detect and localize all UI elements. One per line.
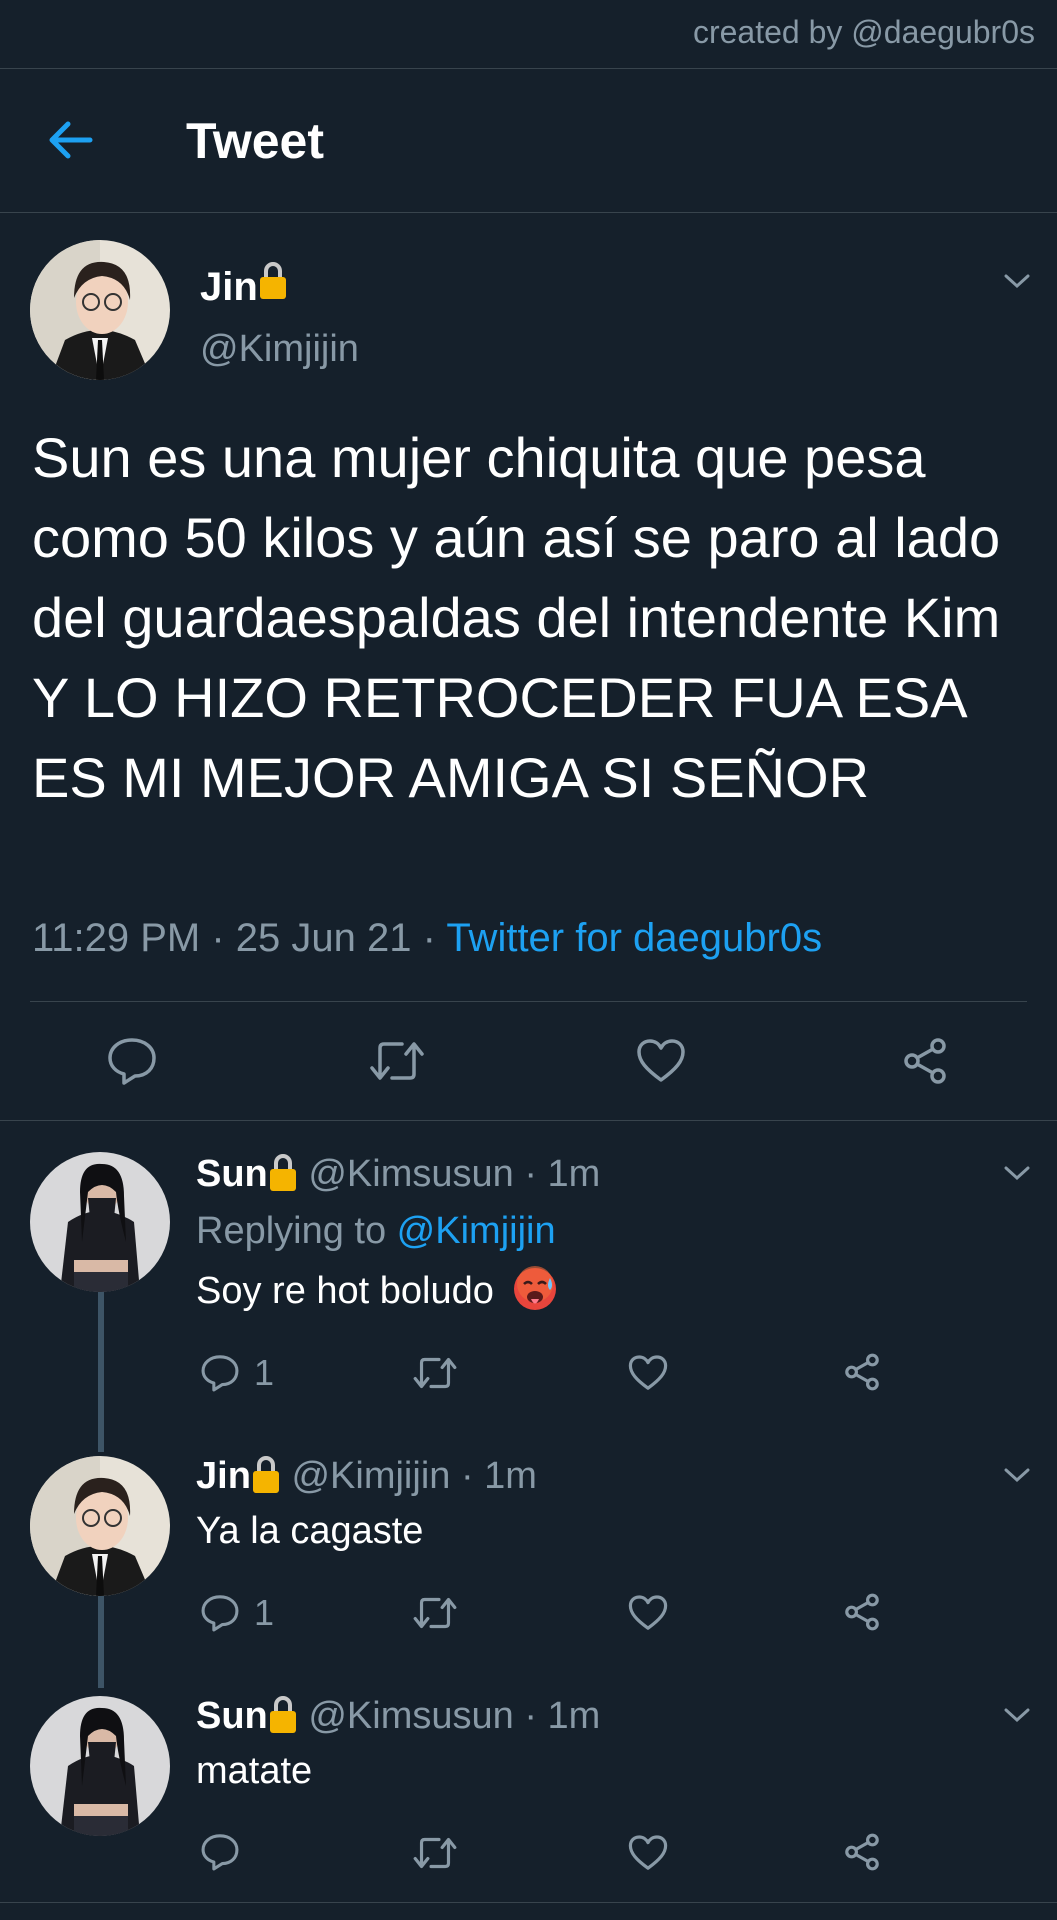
reply-count: 1	[254, 1592, 275, 1633]
reply-text: Soy re hot boludo	[196, 1266, 558, 1316]
heart-icon	[637, 1039, 685, 1082]
reply-text: Ya la cagaste	[196, 1510, 424, 1552]
tweet-text: Sun es una mujer chiquita que pesa como …	[32, 426, 1001, 809]
retweet-button[interactable]	[412, 1834, 458, 1872]
heart-icon	[628, 1835, 668, 1870]
reply-icon	[201, 1355, 239, 1392]
share-button[interactable]	[842, 1352, 882, 1392]
like-button[interactable]	[628, 1594, 668, 1632]
tweet-actions	[0, 1024, 1057, 1094]
share-icon	[845, 1593, 879, 1631]
reply-count: 1	[254, 1352, 275, 1393]
tweet-menu-button[interactable]	[1000, 270, 1034, 292]
retweet-icon	[413, 1357, 457, 1389]
share-button[interactable]	[842, 1832, 882, 1872]
author-handle[interactable]: @Kimjijin	[200, 328, 359, 371]
reply-header: Jin @Kimjijin · 1m	[196, 1452, 537, 1498]
replying-to: Replying to @Kimjijin	[196, 1210, 556, 1253]
chevron-down-icon	[1004, 1708, 1030, 1723]
like-button[interactable]	[636, 1038, 686, 1084]
tweet-meta: 11:29 PM · 25 Jun 21 · Twitter for daegu…	[32, 916, 822, 961]
tweet-menu-button[interactable]	[1000, 1464, 1034, 1486]
reply-button[interactable]: 1	[200, 1352, 274, 1394]
reply-icon	[201, 1834, 239, 1871]
chevron-down-icon	[1004, 1468, 1030, 1483]
page-title: Tweet	[186, 113, 324, 169]
chevron-down-icon	[1004, 274, 1030, 289]
thread-connector	[98, 1290, 104, 1452]
arrow-left-icon	[49, 121, 93, 159]
lock-icon	[251, 1452, 281, 1498]
author-name[interactable]: Jin	[196, 1455, 251, 1497]
retweet-button[interactable]	[412, 1354, 458, 1392]
share-icon	[845, 1353, 879, 1391]
reply-text: matate	[196, 1750, 313, 1792]
divider	[30, 1001, 1027, 1002]
reply-icon	[201, 1595, 239, 1632]
replying-to-label: Replying to	[196, 1210, 397, 1252]
share-icon	[845, 1833, 879, 1871]
author-handle-time[interactable]: @Kimsusun · 1m	[308, 1695, 600, 1737]
heart-icon	[628, 1595, 668, 1630]
chevron-down-icon	[1004, 1166, 1030, 1181]
replying-to-link[interactable]: @Kimjijin	[397, 1210, 556, 1252]
retweet-icon	[370, 1042, 424, 1080]
divider	[0, 212, 1057, 213]
avatar[interactable]	[30, 1696, 170, 1836]
thread-connector	[98, 1594, 104, 1688]
reply-button[interactable]: 1	[200, 1592, 274, 1634]
back-button[interactable]	[44, 118, 96, 162]
tweet-menu-button[interactable]	[1000, 1704, 1034, 1726]
avatar[interactable]	[30, 1456, 170, 1596]
share-icon	[904, 1038, 946, 1084]
author-name-text: Jin	[200, 265, 258, 309]
share-button[interactable]	[900, 1036, 950, 1086]
lock-icon	[268, 1150, 298, 1196]
avatar[interactable]	[30, 1152, 170, 1292]
author-name[interactable]: Sun	[196, 1153, 268, 1195]
like-button[interactable]	[628, 1354, 668, 1392]
share-button[interactable]	[842, 1592, 882, 1632]
heart-icon	[628, 1355, 668, 1390]
reply-icon	[108, 1038, 156, 1085]
lock-icon	[268, 1692, 298, 1738]
retweet-icon	[413, 1837, 457, 1869]
divider	[0, 1902, 1057, 1903]
lock-icon	[258, 258, 288, 310]
retweet-icon	[413, 1597, 457, 1629]
reply-header: Sun @Kimsusun · 1m	[196, 1692, 600, 1738]
divider	[0, 1120, 1057, 1121]
tweet-menu-button[interactable]	[1000, 1162, 1034, 1184]
tweet-source-link[interactable]: Twitter for daegubr0s	[446, 916, 822, 960]
reply-header: Sun @Kimsusun · 1m	[196, 1150, 600, 1196]
reply-text-content: Soy re hot boludo	[196, 1270, 494, 1313]
credit-text: created by @daegubr0s	[692, 14, 1035, 50]
avatar[interactable]	[30, 240, 170, 380]
author-name[interactable]: Sun	[196, 1695, 268, 1737]
like-button[interactable]	[628, 1834, 668, 1872]
top-bar: Tweet	[0, 68, 1057, 214]
reply-button[interactable]	[200, 1832, 254, 1872]
tweet-timestamp: 11:29 PM · 25 Jun 21 ·	[32, 916, 447, 960]
author-name[interactable]: Jin	[200, 258, 288, 310]
retweet-button[interactable]	[368, 1038, 426, 1084]
author-handle-time[interactable]: @Kimsusun · 1m	[308, 1153, 600, 1195]
author-handle-time[interactable]: @Kimjijin · 1m	[291, 1455, 536, 1497]
hot-face-emoji	[512, 1266, 558, 1312]
reply-button[interactable]	[106, 1036, 158, 1086]
retweet-button[interactable]	[412, 1594, 458, 1632]
